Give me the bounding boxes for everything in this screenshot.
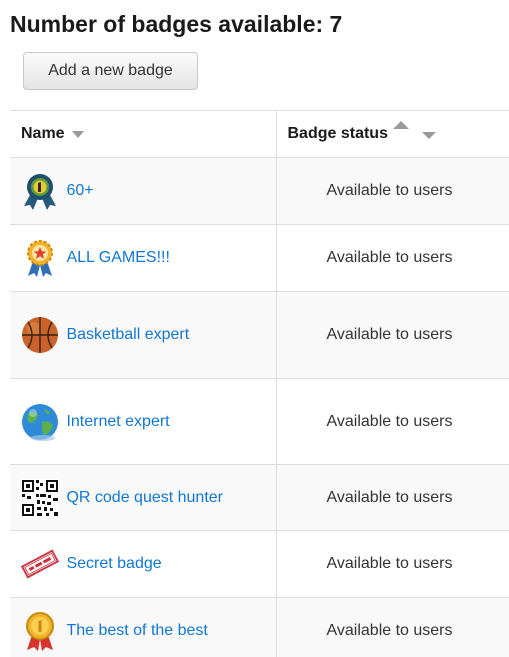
basketball-icon (22, 317, 58, 353)
badge-link[interactable]: The best of the best (66, 622, 207, 640)
badge-name-cell: The best of the best (10, 597, 277, 657)
column-header-badge-status[interactable]: Badge status (275, 110, 509, 158)
table-row: QR code quest hunter Available to users (10, 464, 509, 531)
add-new-badge-button[interactable]: Add a new badge (23, 52, 198, 90)
table-row: ALL GAMES!!! Available to users (10, 224, 509, 292)
badge-name-cell: Secret badge (10, 530, 277, 598)
table-row: Basketball expert Available to users (10, 291, 509, 379)
badge-name-cell: Internet expert (10, 378, 277, 465)
table-row: The best of the best Available to users (10, 597, 509, 657)
badge-status-cell: Available to users (275, 530, 509, 598)
gold-medal-icon (26, 612, 54, 651)
badges-table: Name Badge status 60+ Available to users… (10, 110, 509, 657)
sort-desc-icon[interactable] (71, 131, 84, 139)
column-header-status-label: Badge status (287, 125, 388, 142)
badge-status-cell: Available to users (275, 224, 509, 292)
badge-status-cell: Available to users (275, 157, 509, 225)
ribbon-medal-icon (24, 174, 56, 210)
table-row: Internet expert Available to users (10, 378, 509, 465)
badge-status-cell: Available to users (275, 291, 509, 379)
badge-link[interactable]: Basketball expert (66, 326, 189, 344)
badge-status-cell: Available to users (275, 464, 509, 531)
badge-link[interactable]: 60+ (66, 182, 93, 200)
badge-name-cell: Basketball expert (10, 291, 277, 379)
globe-icon (22, 403, 58, 441)
badge-status-cell: Available to users (275, 597, 509, 657)
badges-page: Number of badges available: 7 Add a new … (0, 0, 509, 657)
top-secret-stamp-icon (20, 549, 60, 579)
badge-link[interactable]: ALL GAMES!!! (66, 249, 169, 267)
sort-asc-icon[interactable] (392, 121, 409, 129)
badge-name-cell: QR code quest hunter (10, 464, 277, 531)
column-header-name[interactable]: Name (10, 110, 277, 158)
table-row: 60+ Available to users (10, 157, 509, 225)
badge-link[interactable]: Internet expert (66, 413, 169, 431)
column-header-name-label: Name (21, 125, 65, 142)
sort-desc-icon[interactable] (421, 132, 436, 139)
badge-name-cell: ALL GAMES!!! (10, 224, 277, 292)
qr-code-icon (21, 478, 59, 517)
badge-name-cell: 60+ (10, 157, 277, 225)
badge-status-cell: Available to users (275, 378, 509, 465)
page-title: Number of badges available: 7 (10, 11, 343, 37)
table-row: Secret badge Available to users (10, 530, 509, 598)
star-medal-icon (27, 240, 53, 277)
badge-link[interactable]: Secret badge (66, 555, 161, 573)
table-header-row: Name Badge status (10, 110, 509, 158)
badge-link[interactable]: QR code quest hunter (66, 489, 223, 507)
